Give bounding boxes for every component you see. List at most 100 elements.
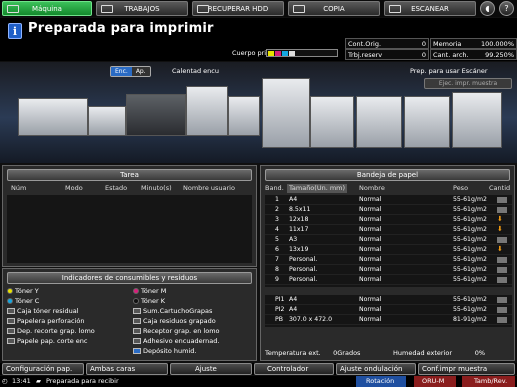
paper-low-icon: ⬇ (497, 225, 503, 233)
feeder1-illustration (310, 96, 354, 148)
tab-recuperar-hdd[interactable]: RECUPERAR HDD (192, 1, 284, 16)
inserter-illustration (228, 96, 260, 136)
ajuste-button[interactable]: Ajuste (170, 363, 252, 375)
tray-row[interactable]: 4 11x17 Normal 55-61g/m2 ⬇ (265, 225, 512, 235)
ajuste-ondulacion-button[interactable]: Ajuste ondulación (336, 363, 416, 375)
tray-row[interactable]: 5 A3 Normal 55-61g/m2 (265, 235, 512, 245)
tray-row[interactable]: 7 Personal. Normal 55-61g/m2 (265, 255, 512, 265)
tray-list: 1 A4 Normal 55-61g/m2 2 8.5x11 Normal 55-61g/m2… (265, 195, 512, 287)
tray-row[interactable]: 3 12x18 Normal 55-61g/m2 ⬇ (265, 215, 512, 225)
caja-toner-residual: Caja tóner residual (7, 307, 79, 316)
machine-icon (7, 5, 19, 13)
tarea-list[interactable] (7, 195, 252, 263)
tray-tray: PI1 (275, 296, 285, 303)
humid-icon (133, 348, 141, 354)
tray-tray: 9 (275, 276, 279, 283)
tray-name: Normal (359, 296, 382, 303)
receptor-icon (133, 328, 141, 334)
tray-name: Normal (359, 306, 382, 313)
tray-name: Normal (359, 196, 382, 203)
tray-weight: 55-61g/m2 (453, 226, 487, 233)
tab-trabajos[interactable]: TRABAJOS (96, 1, 188, 16)
memoria: Memoria 100.000% (430, 38, 517, 49)
consumibles-panel: Indicadores de consumibles y residuos Tó… (2, 268, 257, 361)
trim-icon (7, 328, 15, 334)
tray-weight: 55-61g/m2 (453, 276, 487, 283)
tray-row[interactable]: 8 Personal. Normal 55-61g/m2 (265, 265, 512, 275)
enc-ap-toggle[interactable]: Enc. Ap. (110, 66, 151, 77)
tray-name: Normal (359, 236, 382, 243)
tray-row[interactable]: 2 8.5x11 Normal 55-61g/m2 (265, 205, 512, 215)
tray-weight: 55-61g/m2 (453, 216, 487, 223)
feeder4-illustration (452, 92, 502, 148)
tray-row[interactable]: PI1 A4 Normal 55-61g/m2 (265, 295, 512, 305)
prep-text: Prep. para usar Escáner (410, 67, 488, 75)
paper-level-icon (497, 277, 507, 283)
tray-size: 11x17 (289, 226, 309, 233)
toner-m: Tóner M (133, 287, 166, 296)
papele-pap-corte: Papele pap. corte enc (7, 337, 88, 346)
tray-weight: 55-61g/m2 (453, 266, 487, 273)
controlador-button[interactable]: Controlador (254, 363, 334, 375)
tray-row[interactable]: 6 13x19 Normal 55-61g/m2 ⬇ (265, 245, 512, 255)
paper-level-icon (497, 207, 507, 213)
tray-list-pi: PI1 A4 Normal 55-61g/m2 PI2 A4 Normal 55-61g/m2… (265, 295, 512, 327)
tray-size: 307.0 x 472.0 (289, 316, 333, 323)
tray-row[interactable]: PB 307.0 x 472.0 Normal 81-91g/m2 (265, 315, 512, 325)
toner-c-icon (7, 298, 13, 304)
feeder2-illustration (356, 96, 402, 148)
oru-indicator: ORU-M (414, 376, 456, 387)
paper-level-icon (497, 307, 507, 313)
stacker-illustration (88, 106, 126, 136)
bandeja-title: Bandeja de papel (265, 169, 510, 181)
tray-tray: 7 (275, 256, 279, 263)
paper-level-icon (497, 197, 507, 203)
paper-level-icon (497, 257, 507, 263)
bandeja-header: Band. Tamaño(Un. mm) Nombre Peso Cantid (265, 184, 511, 193)
tray-weight: 55-61g/m2 (453, 196, 487, 203)
status-message: Preparada para imprimir (28, 21, 214, 36)
toner-gauge (266, 49, 338, 57)
tray-size: A3 (289, 236, 298, 243)
tab-copia[interactable]: COPIA (288, 1, 380, 16)
conf-impr-muestra-button[interactable]: Conf.impr muestra (418, 363, 515, 375)
tray-name: Normal (359, 206, 382, 213)
tray-tray: 4 (275, 226, 279, 233)
feeder3-illustration (404, 96, 450, 148)
punch-icon (7, 318, 15, 324)
tray-row[interactable]: 1 A4 Normal 55-61g/m2 (265, 195, 512, 205)
toner-c: Tóner C (7, 297, 39, 306)
help-icon[interactable]: ? (499, 1, 514, 16)
toner-k-icon (133, 298, 139, 304)
ap-option[interactable]: Ap. (131, 67, 150, 76)
tray-name: Normal (359, 276, 382, 283)
deposito-humid: Depósito humid. (133, 347, 196, 356)
caja-residuos-grapado: Caja residuos grapado (133, 317, 216, 326)
paper-level-icon (497, 297, 507, 303)
ejec-muestra-button[interactable]: Ejec. impr. muestra (424, 78, 512, 89)
adhesive-icon (133, 338, 141, 344)
tray-size: A4 (289, 296, 298, 303)
rotacion-indicator: Rotación (356, 376, 406, 387)
tray-row[interactable]: 9 Personal. Normal 55-61g/m2 (265, 275, 512, 285)
tab-maquina[interactable]: Máquina (2, 1, 92, 16)
toner-y: Tóner Y (7, 287, 39, 296)
ambas-caras-button[interactable]: Ambas caras (86, 363, 168, 375)
counter-panel: Cont.Orig. 0 Memoria 100.000% Trbj.reserv 0… (345, 38, 517, 60)
tray-size: A4 (289, 196, 298, 203)
machine-screen: Máquina TRABAJOS RECUPERAR HDD COPIA ESC… (0, 0, 517, 387)
engine-illustration (126, 94, 186, 136)
tray-size: 12x18 (289, 216, 309, 223)
tray-weight: 55-61g/m2 (453, 246, 487, 253)
tray-row[interactable]: PI2 A4 Normal 55-61g/m2 (265, 305, 512, 315)
staple-waste-icon (133, 318, 141, 324)
toner-y-icon (7, 288, 13, 294)
calentad-text: Calentad encu (172, 67, 219, 75)
tab-escanear[interactable]: ESCANEAR (384, 1, 476, 16)
speaker-icon[interactable]: ◖ (480, 1, 495, 16)
tray-tray: 5 (275, 236, 279, 243)
trbj-reserv: Trbj.reserv 0 (345, 49, 429, 60)
enc-option[interactable]: Enc. (111, 67, 132, 76)
configuracion-pap-button[interactable]: Configuración pap. (2, 363, 84, 375)
dep-recorte: Dep. recorte grap. lomo (7, 327, 95, 336)
